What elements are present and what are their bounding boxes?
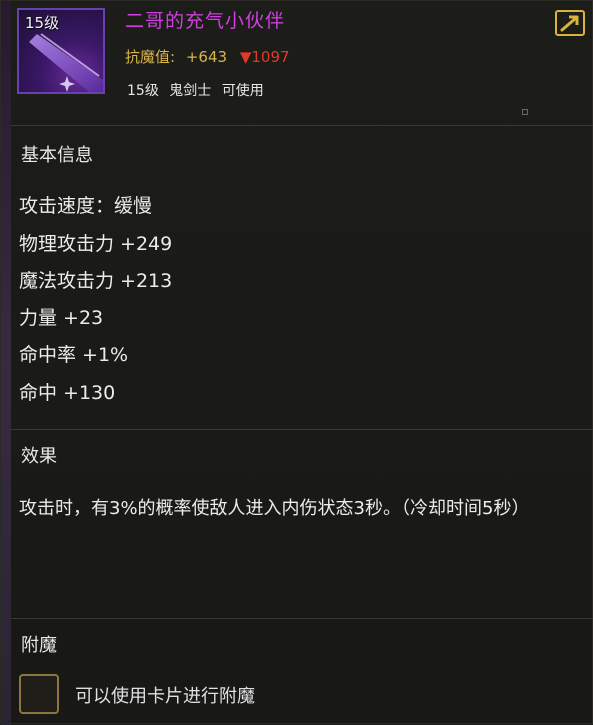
required-class: 鬼剑士 (169, 83, 212, 99)
item-header: 15级 二哥的充气小伙伴 抗魔值: +643 ▼1097 15级 鬼剑士 可使用 (11, 1, 593, 125)
enchant-hint: 可以使用卡片进行附魔 (75, 686, 255, 707)
stat-strength: 力量 +23 (19, 307, 104, 329)
panel-left-edge (1, 1, 11, 725)
resist-down-value: ▼1097 (239, 48, 290, 66)
divider-effect (11, 429, 593, 430)
basic-info-title: 基本信息 (21, 145, 93, 166)
required-level: 15级 (127, 83, 159, 99)
resist-value: +643 (185, 48, 228, 66)
share-arrow-icon (560, 15, 579, 32)
usable-status: 可使用 (221, 83, 264, 99)
item-name: 二哥的充气小伙伴 (125, 10, 286, 32)
stat-attack-speed: 攻击速度：缓慢 (19, 195, 153, 217)
item-icon-frame: 15级 (17, 8, 105, 94)
stat-hit-rate: 命中率 +1% (19, 344, 129, 366)
effect-description: 攻击时，有3%的概率使敌人进入内伤状态3秒。（冷却时间5秒） (19, 498, 530, 519)
stat-physical-attack: 物理攻击力 +249 (19, 233, 173, 255)
item-tooltip-panel: 15级 二哥的充气小伙伴 抗魔值: +643 ▼1097 15级 鬼剑士 可使用… (0, 0, 593, 725)
divider-header (11, 125, 593, 126)
stat-magic-attack: 魔法攻击力 +213 (19, 270, 173, 292)
item-level-badge: 15级 (25, 14, 60, 32)
resist-label: 抗魔值: (125, 48, 176, 66)
corner-mark (522, 109, 528, 115)
divider-enchant (11, 618, 593, 619)
stat-hit: 命中 +130 (19, 382, 116, 404)
requirement-row: 15级 鬼剑士 可使用 (127, 80, 270, 100)
enchant-title: 附魔 (21, 635, 57, 656)
resist-row: 抗魔值: +643 ▼1097 (125, 46, 290, 67)
card-slot[interactable] (19, 674, 59, 714)
share-export-icon[interactable] (555, 10, 585, 36)
effect-title: 效果 (21, 446, 57, 467)
